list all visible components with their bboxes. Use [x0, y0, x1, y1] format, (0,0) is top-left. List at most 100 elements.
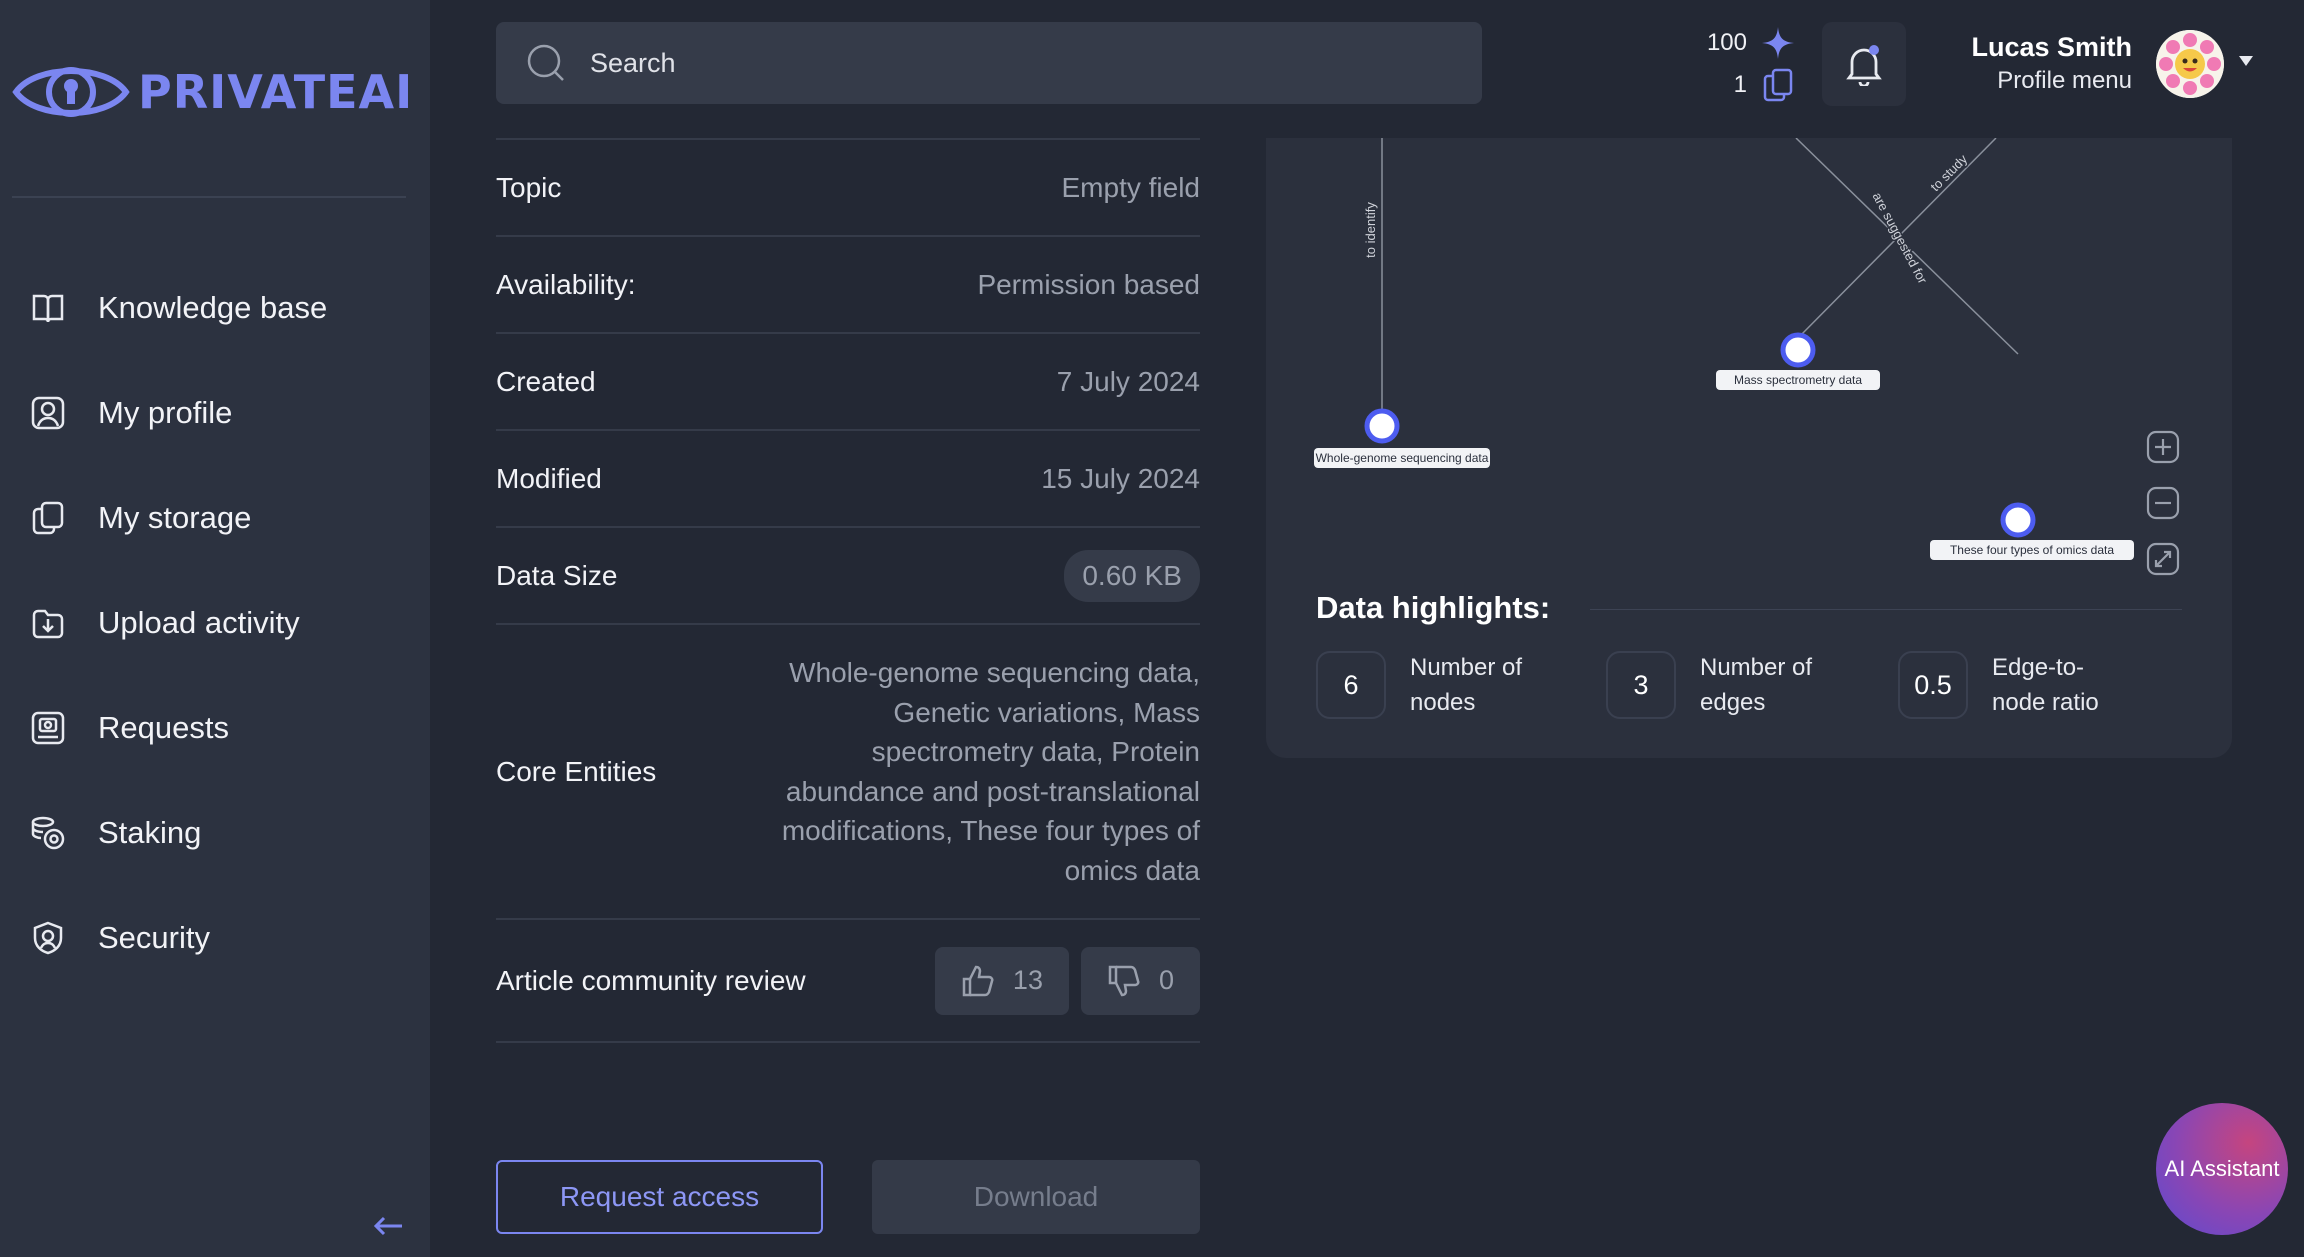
- detail-row-data-size: Data Size 0.60 KB: [496, 526, 1200, 623]
- thumbs-up-icon: [962, 965, 994, 996]
- detail-row-availability: Availability: Permission based: [496, 235, 1200, 332]
- detail-value: Empty field: [1061, 171, 1201, 203]
- zoom-out-icon: [2146, 486, 2180, 520]
- edge-label: to identify: [1363, 202, 1378, 258]
- profile-dropdown-toggle[interactable]: [2238, 54, 2254, 72]
- detail-row-modified: Modified 15 July 2024: [496, 429, 1200, 526]
- sidebar-item-label: Requests: [98, 709, 229, 745]
- search-input[interactable]: [590, 47, 1390, 79]
- stat-edges: 3 Number of edges: [1606, 650, 1830, 720]
- sidebar-item-label: Security: [98, 919, 210, 955]
- fit-view-button[interactable]: [2146, 542, 2180, 581]
- graph-node[interactable]: Mass spectrometry data: [1716, 332, 1880, 390]
- sidebar-item-label: My storage: [98, 499, 252, 535]
- detail-row-community-review: Article community review 13 0: [496, 918, 1200, 1043]
- detail-label: Core Entities: [496, 755, 657, 787]
- copy-icon: [28, 498, 68, 538]
- arrow-left-icon: [373, 1216, 402, 1236]
- zoom-out-button[interactable]: [2146, 486, 2180, 525]
- detail-label: Availability:: [496, 268, 636, 300]
- graph-node-label: Whole-genome sequencing data: [1316, 451, 1489, 465]
- detail-label: Data Size: [496, 559, 618, 591]
- data-highlights-divider: [1590, 609, 2182, 610]
- review-votes: 13 0: [934, 946, 1200, 1015]
- flower-avatar-icon: [2156, 30, 2224, 98]
- zoom-in-icon: [2146, 430, 2180, 464]
- request-icon: [28, 708, 68, 748]
- edge-label: to study: [1927, 151, 1970, 194]
- profile-menu-label: Profile menu: [1997, 67, 2132, 94]
- like-button[interactable]: 13: [934, 946, 1069, 1015]
- dataset-details: Topic Empty field Availability: Permissi…: [496, 138, 1200, 1043]
- stat-label: Number of edges: [1700, 654, 1813, 716]
- stat-ratio: 0.5 Edge-to-node ratio: [1898, 650, 2122, 720]
- stat-nodes: 6 Number of nodes: [1316, 650, 1540, 720]
- upload-icon: [28, 603, 68, 643]
- download-button[interactable]: Download: [872, 1160, 1200, 1234]
- credits: 100 1: [1690, 22, 1795, 106]
- detail-value: 15 July 2024: [1041, 462, 1200, 494]
- ai-assistant-label: AI Assistant: [2164, 1156, 2280, 1181]
- sidebar-nav: Knowledge base My profile My storage Upl…: [28, 255, 327, 990]
- sidebar-item-my-profile[interactable]: My profile: [28, 360, 327, 465]
- knowledge-graph-card: to identify to study are suggested for W…: [1266, 138, 2232, 758]
- graph-node-label: Mass spectrometry data: [1734, 373, 1862, 387]
- detail-label: Topic: [496, 171, 562, 203]
- document-credits: 1: [1690, 64, 1795, 106]
- data-size-badge: 0.60 KB: [1064, 549, 1200, 602]
- detail-row-created: Created 7 July 2024: [496, 332, 1200, 429]
- sidebar-item-staking[interactable]: Staking: [28, 780, 327, 885]
- stat-value: 3: [1606, 651, 1676, 719]
- sidebar-divider: [12, 196, 406, 198]
- document-credits-value: 1: [1733, 71, 1747, 98]
- sidebar-item-my-storage[interactable]: My storage: [28, 465, 327, 570]
- sidebar-item-upload-activity[interactable]: Upload activity: [28, 570, 327, 675]
- detail-value: Permission based: [977, 268, 1200, 300]
- sidebar-item-label: Upload activity: [98, 604, 300, 640]
- notifications-button[interactable]: [1822, 22, 1906, 106]
- stat-value: 0.5: [1898, 651, 1968, 719]
- detail-row-core-entities: Core Entities Whole-genome sequencing da…: [496, 623, 1200, 918]
- shield-icon: [28, 918, 68, 958]
- search-bar[interactable]: [496, 22, 1482, 104]
- stat-label: Number of nodes: [1410, 654, 1523, 716]
- dislike-button[interactable]: 0: [1080, 946, 1200, 1015]
- eye-logo-icon: [12, 67, 130, 117]
- like-count: 13: [1012, 965, 1043, 995]
- graph-node-label: These four types of omics data: [1950, 543, 2114, 557]
- detail-label: Article community review: [496, 964, 806, 996]
- detail-row-topic: Topic Empty field: [496, 138, 1200, 235]
- graph-node[interactable]: These four types of omics data: [1930, 502, 2134, 560]
- edge-label: are suggested for: [1870, 190, 1931, 287]
- logo[interactable]: PRIVATEAI: [12, 58, 413, 126]
- documents-icon: [1763, 68, 1793, 102]
- search-icon: [527, 44, 564, 81]
- core-entities-value: Whole-genome sequencing data, Genetic va…: [781, 657, 1200, 886]
- collapse-sidebar-button[interactable]: [370, 1208, 406, 1249]
- data-highlights-title: Data highlights:: [1316, 590, 1551, 625]
- coins-icon: [28, 813, 68, 853]
- ai-assistant-button[interactable]: AI Assistant: [2156, 1103, 2288, 1235]
- star-credits-value: 100: [1706, 29, 1747, 56]
- fit-view-icon: [2146, 542, 2180, 576]
- sidebar-item-requests[interactable]: Requests: [28, 675, 327, 780]
- stat-label: Edge-to-node ratio: [1992, 654, 2099, 716]
- detail-label: Created: [496, 365, 596, 397]
- sidebar-item-knowledge-base[interactable]: Knowledge base: [28, 255, 327, 360]
- star-credits: 100: [1690, 22, 1795, 64]
- detail-label: Modified: [496, 462, 602, 494]
- sidebar: PRIVATEAI Knowledge base My profile My s…: [0, 0, 430, 1257]
- avatar[interactable]: [2156, 30, 2224, 98]
- zoom-in-button[interactable]: [2146, 430, 2180, 469]
- dislike-count: 0: [1158, 965, 1174, 995]
- profile-menu[interactable]: Lucas Smith Profile menu: [1971, 32, 2132, 95]
- stat-value: 6: [1316, 651, 1386, 719]
- knowledge-graph[interactable]: to identify to study are suggested for W…: [1266, 138, 2232, 578]
- thumbs-down-icon: [1108, 965, 1140, 996]
- sidebar-item-label: Knowledge base: [98, 289, 328, 325]
- user-icon: [28, 393, 68, 433]
- graph-node[interactable]: Whole-genome sequencing data: [1314, 408, 1490, 468]
- sidebar-item-security[interactable]: Security: [28, 885, 327, 990]
- request-access-button[interactable]: Request access: [496, 1160, 823, 1234]
- sidebar-item-label: Staking: [98, 814, 202, 850]
